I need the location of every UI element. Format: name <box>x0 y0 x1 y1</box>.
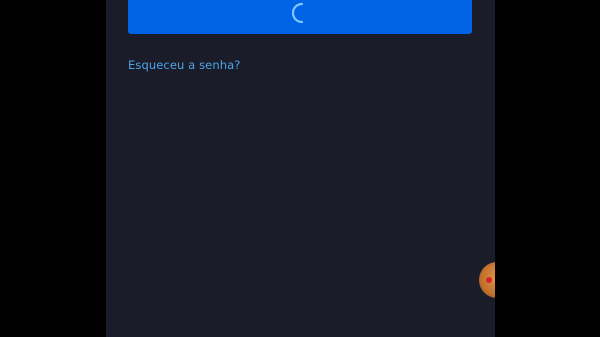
login-screen: Esqueceu a senha? <box>106 0 495 337</box>
login-button[interactable] <box>128 0 472 34</box>
loading-spinner-icon <box>292 2 304 24</box>
forgot-password-link[interactable]: Esqueceu a senha? <box>128 58 240 72</box>
right-letterbox <box>495 0 600 337</box>
video-frame: Esqueceu a senha? <box>0 0 600 337</box>
notification-dot <box>486 277 492 283</box>
